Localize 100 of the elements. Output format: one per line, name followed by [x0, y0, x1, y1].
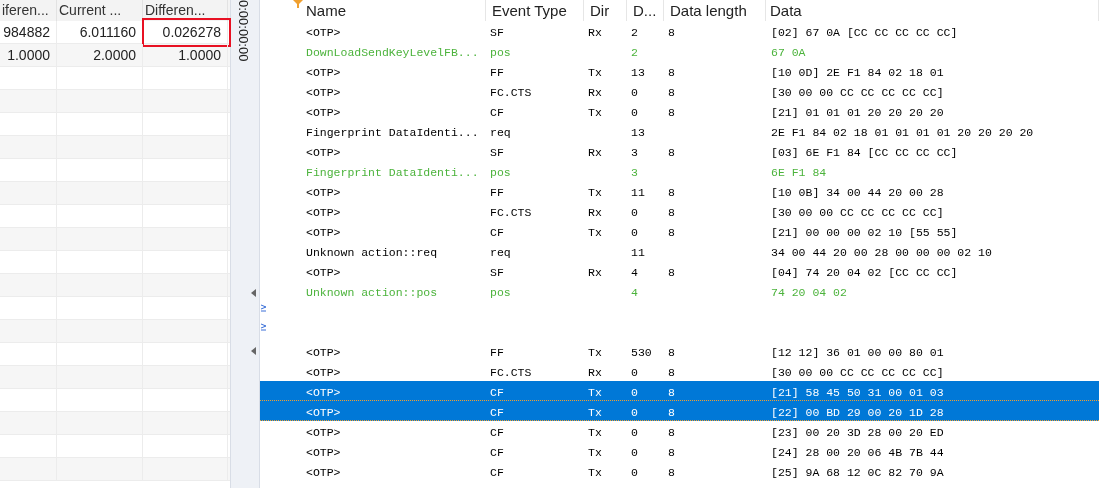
trace-cell: 8: [668, 266, 675, 279]
trace-cell: <OTP>: [306, 406, 341, 419]
trace-cell: <OTP>: [306, 86, 341, 99]
trace-cell: DownLoadSendKeyLevelFB...: [306, 46, 479, 59]
trace-cell: Tx: [588, 426, 602, 439]
trace-cell: <OTP>: [306, 26, 341, 39]
trace-cell: 0: [631, 446, 638, 459]
trace-cell: 0: [631, 406, 638, 419]
trace-cell: FF: [490, 186, 504, 199]
trace-cell: FC.CTS: [490, 366, 532, 379]
trace-cell: <OTP>: [306, 266, 341, 279]
trace-cell: Tx: [588, 226, 602, 239]
table-cell: 1.0000: [178, 46, 221, 64]
trace-cell: 2: [631, 46, 638, 59]
trace-cell: Tx: [588, 466, 602, 479]
trace-cell: Rx: [588, 146, 602, 159]
trace-cell: Tx: [588, 386, 602, 399]
trace-cell: Rx: [588, 266, 602, 279]
trace-cell: [21] 01 01 01 20 20 20 20: [771, 106, 944, 119]
trace-cell: CF: [490, 446, 504, 459]
trace-cell: [12 12] 36 01 00 00 80 01: [771, 346, 944, 359]
trace-cell: 4: [631, 266, 638, 279]
trace-cell: 8: [668, 406, 675, 419]
trace-cell: 13: [631, 126, 645, 139]
marker-icon: [261, 304, 267, 312]
trace-cell: Unknown action::req: [306, 246, 438, 259]
trace-row[interactable]: <OTP> CF Tx 0 8 [21] 58 45 50 31 00 01 03: [260, 381, 1099, 401]
trace-cell: 2: [631, 26, 638, 39]
trace-cell: <OTP>: [306, 366, 341, 379]
trace-cell: CF: [490, 226, 504, 239]
trace-cell: FF: [490, 346, 504, 359]
trace-cell: <OTP>: [306, 466, 341, 479]
trace-cell: 8: [668, 206, 675, 219]
trace-cell: [03] 6E F1 84 [CC CC CC CC]: [771, 146, 958, 159]
trace-cell: 8: [668, 106, 675, 119]
table-cell: 1.0000: [7, 46, 50, 64]
trace-cell: <OTP>: [306, 66, 341, 79]
trace-cell: 0: [631, 466, 638, 479]
trace-cell: 8: [668, 426, 675, 439]
trace-cell: 3: [631, 146, 638, 159]
collapse-left-icon[interactable]: [251, 289, 256, 298]
trace-cell: [23] 00 20 3D 28 00 20 ED: [771, 426, 944, 439]
trace-cell: 3: [631, 166, 638, 179]
trace-cell: Tx: [588, 106, 602, 119]
trace-cell: 0: [631, 426, 638, 439]
trace-cell: req: [490, 246, 511, 259]
trace-cell: [30 00 00 CC CC CC CC CC]: [771, 366, 944, 379]
trace-cell: [10 0D] 2E F1 84 02 18 01: [771, 66, 944, 79]
trace-cell: [21] 58 45 50 31 00 01 03: [771, 386, 944, 399]
trace-cell: 8: [668, 26, 675, 39]
trace-cell: CF: [490, 426, 504, 439]
trace-cell: pos: [490, 46, 511, 59]
trace-cell: 8: [668, 186, 675, 199]
trace-cell: Tx: [588, 406, 602, 419]
trace-cell: <OTP>: [306, 226, 341, 239]
trace-cell: Tx: [588, 186, 602, 199]
trace-cell: 530: [631, 346, 652, 359]
trace-cell: 6E F1 84: [771, 166, 827, 179]
marker-icon: [261, 323, 267, 331]
trace-cell: Rx: [588, 26, 602, 39]
trace-cell: 11: [631, 186, 645, 199]
trace-cell: 8: [668, 466, 675, 479]
trace-cell: <OTP>: [306, 206, 341, 219]
trace-cell: 0: [631, 206, 638, 219]
trace-cell: 8: [668, 146, 675, 159]
trace-cell: 0: [631, 386, 638, 399]
trace-cell: Rx: [588, 206, 602, 219]
time-label: 0:00:00:00: [236, 0, 250, 62]
trace-cell: 74 20 04 02: [771, 286, 847, 299]
trace-cell: [30 00 00 CC CC CC CC CC]: [771, 86, 944, 99]
trace-cell: 34 00 44 20 00 28 00 00 00 02 10: [771, 246, 992, 259]
trace-cell: <OTP>: [306, 106, 341, 119]
trace-cell: <OTP>: [306, 186, 341, 199]
trace-cell: 0: [631, 86, 638, 99]
trace-cell: Tx: [588, 66, 602, 79]
trace-cell: [04] 74 20 04 02 [CC CC CC]: [771, 266, 958, 279]
trace-cell: FF: [490, 66, 504, 79]
trace-cell: Fingerprint DataIdenti...: [306, 166, 479, 179]
trace-cell: CF: [490, 466, 504, 479]
trace-cell: SF: [490, 26, 504, 39]
trace-cell: pos: [490, 286, 511, 299]
trace-cell: Tx: [588, 446, 602, 459]
trace-cell: [10 0B] 34 00 44 20 00 28: [771, 186, 944, 199]
trace-cell: CF: [490, 106, 504, 119]
trace-cell: req: [490, 126, 511, 139]
table-cell: 0.026278: [162, 23, 221, 41]
trace-cell: 8: [668, 386, 675, 399]
trace-row[interactable]: <OTP> CF Tx 0 8 [22] 00 BD 29 00 20 1D 28: [260, 401, 1099, 421]
trace-cell: pos: [490, 166, 511, 179]
trace-cell: <OTP>: [306, 146, 341, 159]
trace-cell: Tx: [588, 346, 602, 359]
trace-cell: 8: [668, 226, 675, 239]
splitter[interactable]: 0:00:00:00: [230, 0, 260, 488]
trace-cell: 2E F1 84 02 18 01 01 01 01 20 20 20 20: [771, 126, 1034, 139]
trace-cell: 13: [631, 66, 645, 79]
trace-cell: 4: [631, 286, 638, 299]
collapse-left-icon[interactable]: [251, 347, 256, 356]
trace-cell: 8: [668, 446, 675, 459]
trace-cell: 0: [631, 226, 638, 239]
trace-cell: <OTP>: [306, 386, 341, 399]
